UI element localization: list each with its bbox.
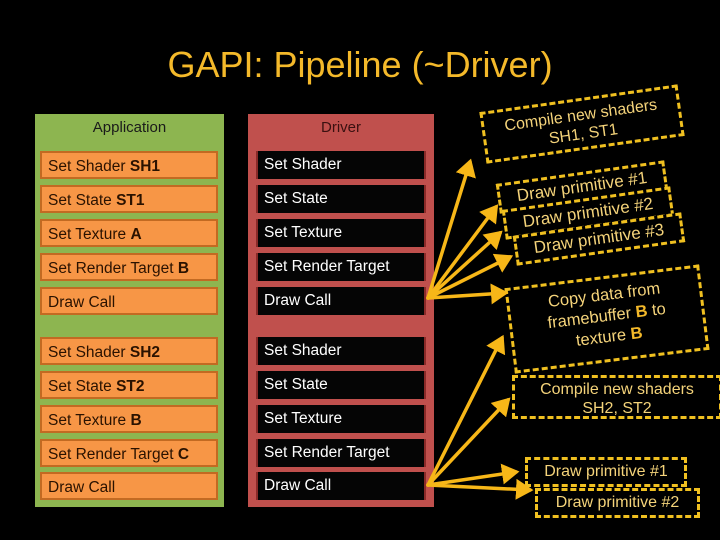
- arrow-to-compile-2: [426, 397, 511, 487]
- arrow-to-draw-2-2: [426, 478, 534, 500]
- arrows-layer: [426, 158, 534, 500]
- arrow-to-draw-1: [426, 204, 499, 300]
- arrow-to-draw-2-1: [426, 463, 520, 487]
- arrow-to-compile-2-top: [426, 334, 506, 487]
